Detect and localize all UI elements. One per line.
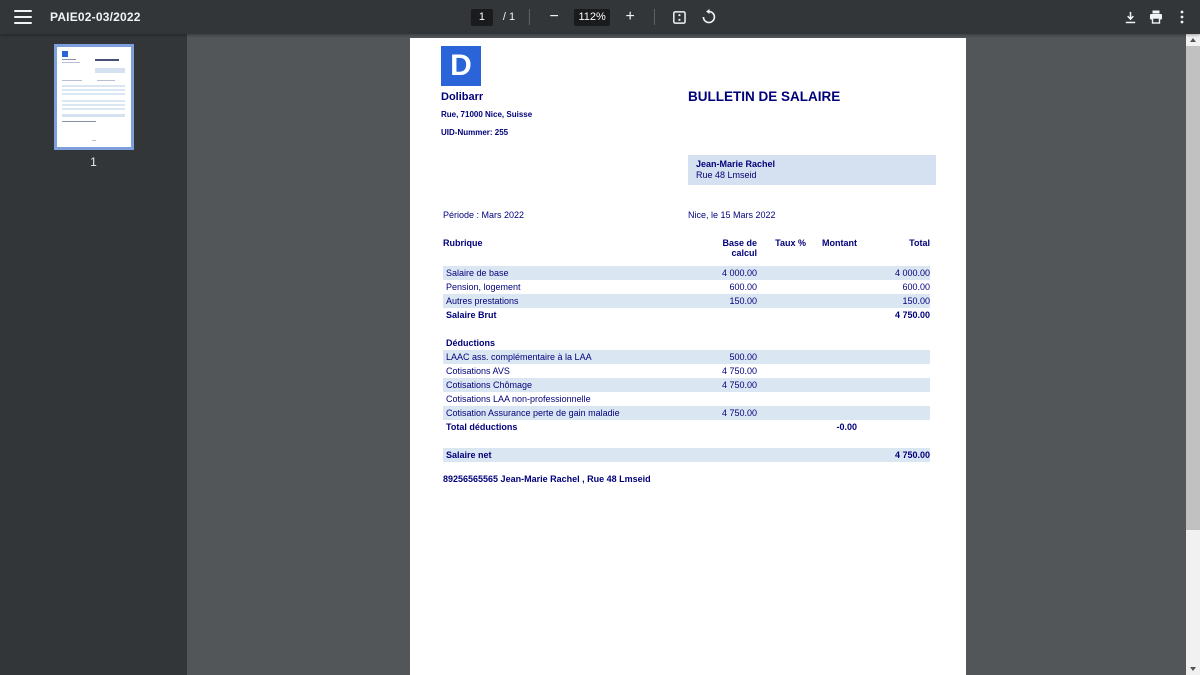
spacer-row — [443, 434, 930, 448]
spacer-row — [443, 322, 930, 336]
download-icon[interactable] — [1120, 7, 1140, 27]
page-number-input[interactable] — [471, 9, 493, 26]
recipient-box: Jean-Marie Rachel Rue 48 Lmseid — [688, 155, 936, 185]
col-header-rubrique: Rubrique — [443, 238, 663, 266]
toolbar-divider — [654, 9, 655, 25]
table-row: Salaire de base4 000.004 000.00 — [443, 266, 930, 280]
col-header-base: Base de calcul — [663, 238, 757, 266]
thumbnail-page-number: 1 — [90, 155, 97, 169]
company-uid: UID-Nummer: 255 — [441, 128, 508, 137]
pdf-page: D Dolibarr Rue, 71000 Nice, Suisse UID-N… — [410, 38, 966, 675]
company-address: Rue, 71000 Nice, Suisse — [441, 110, 532, 119]
document-footer: 89256565565 Jean-Marie Rachel , Rue 48 L… — [443, 474, 651, 484]
table-row: Cotisations AVS4 750.00 — [443, 364, 930, 378]
zoom-level-input[interactable] — [574, 9, 610, 26]
recipient-name: Jean-Marie Rachel — [696, 159, 928, 170]
page-count-label: / 1 — [503, 11, 515, 23]
company-logo: D — [441, 46, 481, 86]
table-row: Cotisation Assurance perte de gain malad… — [443, 406, 930, 420]
page-thumbnail[interactable] — [54, 44, 134, 150]
menu-icon[interactable] — [14, 10, 32, 24]
table-row: Cotisations Chômage4 750.00 — [443, 378, 930, 392]
salary-table-body: Salaire de base4 000.004 000.00Pension, … — [443, 266, 930, 462]
thumbnail-panel: 1 — [0, 34, 187, 675]
page-thumbnail-preview — [57, 47, 131, 147]
table-row: LAAC ass. complémentaire à la LAA500.00 — [443, 350, 930, 364]
rotate-ccw-icon[interactable] — [699, 7, 719, 27]
table-header-row: Rubrique Base de calcul Taux % Montant T… — [443, 238, 930, 266]
table-row: Pension, logement600.00600.00 — [443, 280, 930, 294]
scrollbar-thumb[interactable] — [1186, 46, 1200, 530]
more-vert-icon[interactable] — [1172, 7, 1192, 27]
table-row: Cotisations LAA non-professionnelle — [443, 392, 930, 406]
fit-page-icon[interactable] — [669, 7, 689, 27]
company-name: Dolibarr — [441, 91, 483, 103]
pdf-viewer-area: D Dolibarr Rue, 71000 Nice, Suisse UID-N… — [187, 34, 1200, 675]
period-label: Période : Mars 2022 — [443, 210, 524, 220]
salary-table: Rubrique Base de calcul Taux % Montant T… — [443, 238, 930, 462]
scroll-up-arrow-icon[interactable] — [1186, 34, 1200, 46]
zoom-out-button[interactable]: − — [544, 7, 564, 27]
document-heading: BULLETIN DE SALAIRE — [688, 89, 840, 104]
col-header-taux: Taux % — [757, 238, 806, 266]
pdf-toolbar: PAIE02-03/2022 / 1 − + — [0, 0, 1200, 34]
col-header-montant: Montant — [806, 238, 857, 266]
table-row: Déductions — [443, 336, 930, 350]
table-row: Salaire Brut4 750.00 — [443, 308, 930, 322]
toolbar-divider — [529, 9, 530, 25]
table-row: Total déductions-0.00 — [443, 420, 930, 434]
print-icon[interactable] — [1146, 7, 1166, 27]
table-row: Salaire net4 750.00 — [443, 448, 930, 462]
vertical-scrollbar — [1186, 34, 1200, 675]
col-header-total: Total — [857, 238, 930, 266]
scroll-down-arrow-icon[interactable] — [1186, 663, 1200, 675]
recipient-address: Rue 48 Lmseid — [696, 170, 928, 181]
zoom-in-button[interactable]: + — [620, 7, 640, 27]
table-row: Autres prestations150.00150.00 — [443, 294, 930, 308]
document-title: PAIE02-03/2022 — [50, 10, 141, 24]
place-date: Nice, le 15 Mars 2022 — [688, 210, 776, 220]
